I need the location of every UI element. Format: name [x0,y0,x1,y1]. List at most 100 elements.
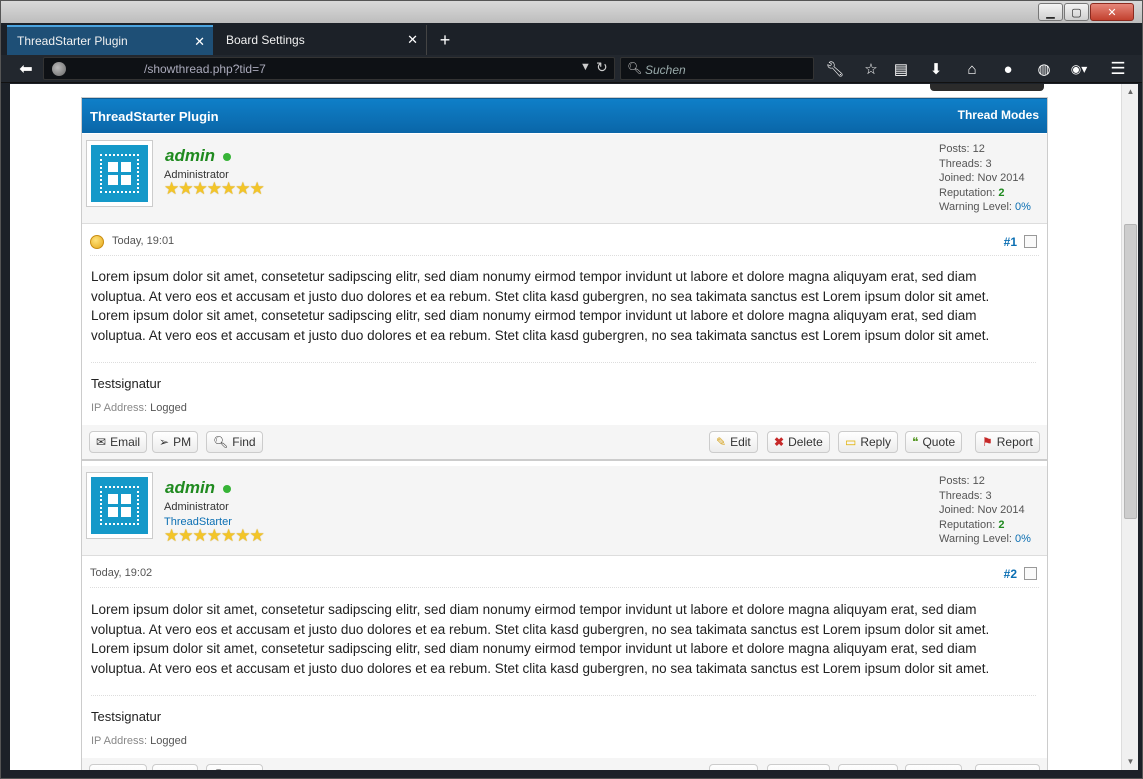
warning-level-link[interactable]: 0% [1015,201,1031,213]
back-arrow-icon[interactable]: ⬅ [15,59,37,79]
author-name-link[interactable]: admin [165,146,215,166]
quote-icon: ❝ [912,768,918,770]
url-text[interactable]: /showthread.php?tid=7 [144,62,266,76]
delete-button[interactable]: ✖Delete [767,764,830,770]
scroll-down-arrow-icon[interactable]: ▼ [1122,754,1139,770]
threads-count: 3 [985,489,992,502]
joined-date: Nov 2014 [977,172,1025,184]
reputation-link[interactable]: 2 [998,519,1004,531]
reading-list-icon[interactable]: ▤ [890,59,912,79]
report-button[interactable]: ⚑Report [975,431,1040,453]
author-name-link[interactable]: admin [165,478,215,498]
tab-threadstarter-plugin[interactable]: ThreadStarter Plugin ✕ [7,25,213,55]
delete-icon: ✖ [774,435,785,449]
post-date: Today, 19:02 [90,567,153,579]
threads-count: 3 [985,157,992,170]
new-tab-button[interactable]: + [433,28,457,52]
browser-window: ▁ ▢ ✕ ThreadStarter Plugin ✕ Board Setti… [0,0,1143,779]
maximize-button[interactable]: ▢ [1064,3,1089,21]
title-bar: ▁ ▢ ✕ [1,1,1142,23]
post-1: admin Administrator ★★★★★★★ Posts: 12 Th… [82,134,1047,464]
rank-stars-icon: ★★★★★★★ [164,526,265,545]
author-panel: admin Administrator ★★★★★★★ Posts: 12 Th… [82,134,1047,224]
vertical-scrollbar[interactable]: ▲ ▼ [1121,84,1138,770]
edit-icon: ✎ [716,768,726,770]
avatar[interactable] [86,472,153,539]
find-button[interactable]: 🔍︎Find [206,764,263,770]
user-title: Administrator [164,501,229,513]
post-select-checkbox[interactable] [1024,567,1037,580]
ip-address: IP Address: Logged [91,735,187,747]
home-icon[interactable]: ⌂ [961,59,983,79]
online-status-icon [223,485,231,493]
avatar-image [91,145,148,202]
reputation-link[interactable]: 2 [998,187,1004,199]
tab-label: Board Settings [226,33,305,47]
reply-button[interactable]: ▭Reply [838,431,899,453]
page-viewport: ThreadStarter Plugin Thread Modes admin … [10,84,1121,770]
warning-level-link[interactable]: 0% [1015,533,1031,545]
quote-button[interactable]: ❝Quote [905,431,963,453]
signature: Testsignatur [91,376,162,391]
pm-button[interactable]: ➢PM [152,431,199,453]
reload-icon[interactable]: ↻ [596,59,608,76]
chat-icon[interactable]: ● [997,59,1019,79]
tab-board-settings[interactable]: Board Settings ✕ [216,25,427,55]
post-number-link[interactable]: #2 [1004,567,1017,581]
email-button[interactable]: ✉Email [89,431,148,453]
thread-header: ThreadStarter Plugin Thread Modes [82,98,1047,133]
url-bar[interactable]: /showthread.php?tid=7 ▼ ↻ [43,57,615,80]
rank-stars-icon: ★★★★★★★ [164,179,265,198]
edit-button[interactable]: ✎Edit [709,431,758,453]
post-body: Lorem ipsum dolor sit amet, consetetur s… [91,269,990,343]
reply-button[interactable]: ▭Reply [838,764,899,770]
joined-date: Nov 2014 [977,504,1025,516]
search-input[interactable]: 🔍︎ Suchen [620,57,814,80]
avatar[interactable] [86,140,153,207]
wrench-icon[interactable]: 🔧︎ [824,59,846,79]
quote-button[interactable]: ❝Quote [905,764,963,770]
scrollbar-thumb[interactable] [1124,224,1137,519]
tab-strip: ThreadStarter Plugin ✕ Board Settings ✕ [1,23,1142,55]
pm-button[interactable]: ➢PM [152,764,199,770]
edit-icon: ✎ [716,435,727,449]
thread-modes-link[interactable]: Thread Modes [958,108,1039,122]
edit-button[interactable]: ✎Edit [709,764,758,770]
post-select-checkbox[interactable] [1024,235,1037,248]
post-body: Lorem ipsum dolor sit amet, consetetur s… [91,602,990,676]
avatar-grid-icon [108,494,131,517]
minimize-button[interactable]: ▁ [1038,3,1063,21]
pm-icon: ➢ [159,435,170,449]
tab-close-icon[interactable]: ✕ [194,34,205,50]
download-icon[interactable]: ⬇ [925,59,947,79]
pm-icon: ➢ [159,768,169,770]
email-button[interactable]: ✉Email [89,764,148,770]
find-button[interactable]: 🔍︎Find [206,431,263,453]
report-icon: ⚑ [982,768,993,770]
post-actions: ✉Email ➢PM 🔍︎Find ✎Edit ✖Delete ▭Reply ❝… [82,758,1047,770]
thread-title: ThreadStarter Plugin [90,109,219,124]
avatar-icon[interactable]: ◉▾ [1065,59,1093,79]
tab-close-icon[interactable]: ✕ [407,32,418,48]
bookmark-star-icon[interactable]: ☆ [860,59,882,79]
dropdown-icon[interactable]: ▼ [580,61,591,73]
globe-icon[interactable]: ◍ [1033,59,1055,79]
report-button[interactable]: ⚑Report [975,764,1040,770]
post-number-link[interactable]: #1 [1004,235,1017,249]
smiley-icon [90,235,104,249]
find-icon: 🔍︎ [213,768,228,770]
tab-label: ThreadStarter Plugin [17,34,128,48]
menu-icon[interactable]: ☰ [1107,59,1129,79]
reply-icon: ▭ [845,435,857,449]
signature-divider [91,695,1036,696]
online-status-icon [223,153,231,161]
delete-button[interactable]: ✖Delete [767,431,830,453]
find-icon: 🔍︎ [213,435,229,449]
signature: Testsignatur [91,709,162,724]
site-identity-icon[interactable] [52,62,66,76]
post-date: Today, 19:01 [112,235,175,247]
close-window-button[interactable]: ✕ [1090,3,1134,21]
quote-icon: ❝ [912,435,919,449]
scroll-up-arrow-icon[interactable]: ▲ [1122,84,1139,100]
top-bar-edge [930,84,1044,91]
